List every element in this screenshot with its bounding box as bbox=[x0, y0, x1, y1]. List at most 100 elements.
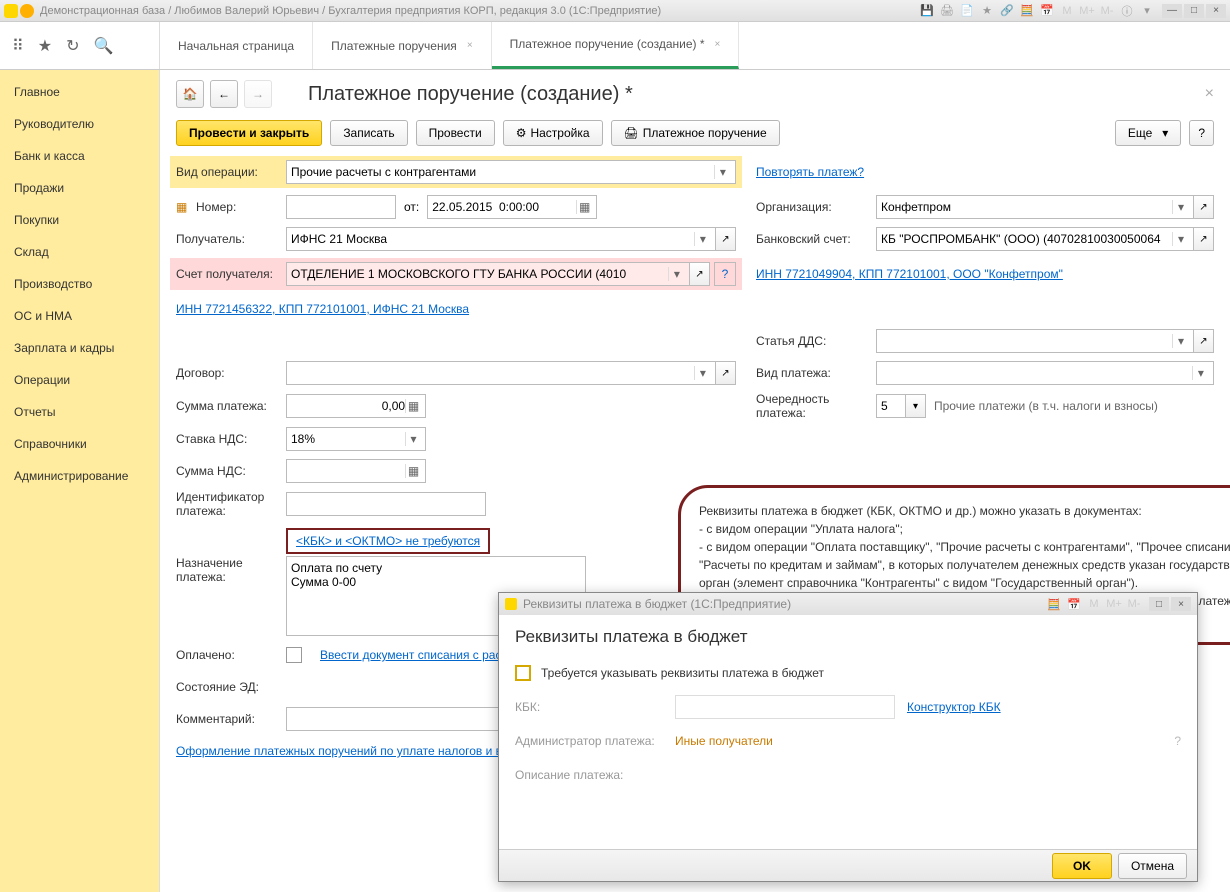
bank-acc-label: Банковский счет: bbox=[756, 232, 876, 246]
more-button[interactable]: Еще▾ bbox=[1115, 120, 1181, 146]
contract-field[interactable]: ▾ bbox=[286, 361, 716, 385]
admin-label: Администратор платежа: bbox=[515, 734, 675, 748]
sidebar-item-operations[interactable]: Операции bbox=[0, 364, 159, 396]
print-icon[interactable]: 🖨 bbox=[940, 4, 954, 18]
calc-icon[interactable]: ▦ bbox=[405, 464, 421, 478]
sidebar-item-purchases[interactable]: Покупки bbox=[0, 204, 159, 236]
vat-rate-field[interactable]: ▾ bbox=[286, 427, 426, 451]
ok-button[interactable]: OK bbox=[1052, 853, 1112, 879]
repeat-payment-link[interactable]: Повторять платеж? bbox=[756, 165, 864, 179]
calc-icon[interactable]: 🧮 bbox=[1020, 4, 1034, 18]
sidebar-item-manager[interactable]: Руководителю bbox=[0, 108, 159, 140]
save-button[interactable]: Записать bbox=[330, 120, 407, 146]
back-button[interactable]: ← bbox=[210, 80, 238, 108]
sidebar-item-warehouse[interactable]: Склад bbox=[0, 236, 159, 268]
open-button[interactable]: ↗ bbox=[690, 262, 710, 286]
sidebar-item-sales[interactable]: Продажи bbox=[0, 172, 159, 204]
dd-icon[interactable]: ▾ bbox=[1140, 4, 1154, 18]
favorite-icon[interactable]: ★ bbox=[38, 36, 52, 56]
org-inn-link[interactable]: ИНН 7721049904, КПП 772101001, ООО "Конф… bbox=[756, 267, 1063, 281]
tab-payment-create[interactable]: Платежное поручение (создание) *× bbox=[492, 22, 740, 69]
tab-home[interactable]: Начальная страница bbox=[160, 22, 313, 69]
kbk-field[interactable] bbox=[675, 695, 895, 719]
tab-payments[interactable]: Платежные поручения× bbox=[313, 22, 492, 69]
sidebar-item-main[interactable]: Главное bbox=[0, 76, 159, 108]
dds-field[interactable]: ▾ bbox=[876, 329, 1194, 353]
chevron-down-icon[interactable]: ▾ bbox=[714, 165, 731, 179]
doc-icon[interactable]: 📄 bbox=[960, 4, 974, 18]
org-field[interactable]: ▾ bbox=[876, 195, 1194, 219]
calendar-icon[interactable]: 📅 bbox=[1067, 597, 1081, 611]
require-requisites-checkbox[interactable] bbox=[515, 665, 531, 681]
sidebar-item-admin[interactable]: Администрирование bbox=[0, 460, 159, 492]
priority-field[interactable] bbox=[876, 394, 906, 418]
op-type-field[interactable]: ▾ bbox=[286, 160, 736, 184]
budget-requisites-modal: Реквизиты платежа в бюджет (1С:Предприят… bbox=[498, 592, 1198, 882]
close-icon[interactable]: × bbox=[467, 40, 473, 51]
link-icon[interactable]: 🔗 bbox=[1000, 4, 1014, 18]
star-icon[interactable]: ★ bbox=[980, 4, 994, 18]
sidebar-item-reports[interactable]: Отчеты bbox=[0, 396, 159, 428]
maximize-button[interactable]: □ bbox=[1184, 4, 1204, 18]
open-button[interactable]: ↗ bbox=[1194, 329, 1214, 353]
modal-close-button[interactable]: × bbox=[1171, 597, 1191, 611]
kbk-constructor-link[interactable]: Конструктор КБК bbox=[907, 700, 1001, 714]
open-button[interactable]: ↗ bbox=[1194, 227, 1214, 251]
modal-restore-button[interactable]: □ bbox=[1149, 597, 1169, 611]
info-icon[interactable]: ⓘ bbox=[1120, 4, 1134, 18]
open-button[interactable]: ↗ bbox=[1194, 195, 1214, 219]
recipient-field[interactable]: ▾ bbox=[286, 227, 716, 251]
chevron-down-icon[interactable]: ▾ bbox=[906, 394, 926, 418]
payment-id-field[interactable] bbox=[286, 492, 486, 516]
amount-field[interactable]: ▦ bbox=[286, 394, 426, 418]
sidebar-item-hr[interactable]: Зарплата и кадры bbox=[0, 332, 159, 364]
calc-icon[interactable]: ▦ bbox=[405, 399, 421, 413]
history-icon[interactable]: ↻ bbox=[66, 36, 79, 56]
number-field[interactable] bbox=[286, 195, 396, 219]
open-button[interactable]: ↗ bbox=[716, 361, 736, 385]
paid-checkbox[interactable] bbox=[286, 647, 302, 663]
sidebar-item-bank[interactable]: Банк и касса bbox=[0, 140, 159, 172]
vat-sum-field[interactable]: ▦ bbox=[286, 459, 426, 483]
close-icon[interactable]: × bbox=[715, 39, 721, 50]
priority-label: Очередность платежа: bbox=[756, 392, 876, 420]
tax-orders-link[interactable]: Оформление платежных поручений по уплате… bbox=[176, 744, 540, 758]
save-icon[interactable]: 💾 bbox=[920, 4, 934, 18]
pay-type-field[interactable]: ▾ bbox=[876, 361, 1214, 385]
apps-icon[interactable]: ⠿ bbox=[12, 36, 24, 56]
date-field[interactable]: ▦ bbox=[427, 195, 597, 219]
cancel-button[interactable]: Отмена bbox=[1118, 853, 1187, 879]
open-button[interactable]: ↗ bbox=[716, 227, 736, 251]
help-icon[interactable]: ? bbox=[1174, 734, 1181, 748]
help-icon[interactable]: ? bbox=[714, 262, 736, 286]
sidebar: Главное Руководителю Банк и касса Продаж… bbox=[0, 70, 160, 892]
op-type-label: Вид операции: bbox=[176, 165, 286, 179]
post-and-close-button[interactable]: Провести и закрыть bbox=[176, 120, 322, 146]
post-button[interactable]: Провести bbox=[416, 120, 495, 146]
kbk-link[interactable]: <КБК> и <ОКТМО> не требуются bbox=[296, 534, 480, 548]
help-button[interactable]: ? bbox=[1189, 120, 1214, 146]
home-button[interactable]: 🏠 bbox=[176, 80, 204, 108]
search-icon[interactable]: 🔍 bbox=[93, 36, 113, 56]
calendar-icon[interactable]: ▦ bbox=[576, 200, 592, 214]
titlebar-tools: 💾 🖨 📄 ★ 🔗 🧮 📅 M M+ M- ⓘ ▾ bbox=[920, 4, 1154, 18]
settings-button[interactable]: ⚙Настройка bbox=[503, 120, 603, 146]
close-page-button[interactable]: × bbox=[1205, 85, 1214, 103]
forward-button[interactable]: → bbox=[244, 80, 272, 108]
calc-icon[interactable]: 🧮 bbox=[1047, 597, 1061, 611]
from-label: от: bbox=[404, 200, 419, 214]
calendar-icon[interactable]: 📅 bbox=[1040, 4, 1054, 18]
minimize-button[interactable]: — bbox=[1162, 4, 1182, 18]
recipient-inn-link[interactable]: ИНН 7721456322, КПП 772101001, ИФНС 21 М… bbox=[176, 302, 469, 316]
sidebar-item-production[interactable]: Производство bbox=[0, 268, 159, 300]
close-button[interactable]: × bbox=[1206, 4, 1226, 18]
bank-acc-field[interactable]: ▾ bbox=[876, 227, 1194, 251]
sidebar-item-catalogs[interactable]: Справочники bbox=[0, 428, 159, 460]
print-order-button[interactable]: 🖨Платежное поручение bbox=[611, 120, 780, 146]
rec-account-field[interactable]: ▾ bbox=[286, 262, 690, 286]
contract-label: Договор: bbox=[176, 366, 286, 380]
printer-icon: 🖨 bbox=[624, 126, 639, 140]
rec-account-label: Счет получателя: bbox=[176, 267, 286, 281]
sidebar-item-assets[interactable]: ОС и НМА bbox=[0, 300, 159, 332]
doc-icon: ▦ bbox=[176, 200, 196, 214]
